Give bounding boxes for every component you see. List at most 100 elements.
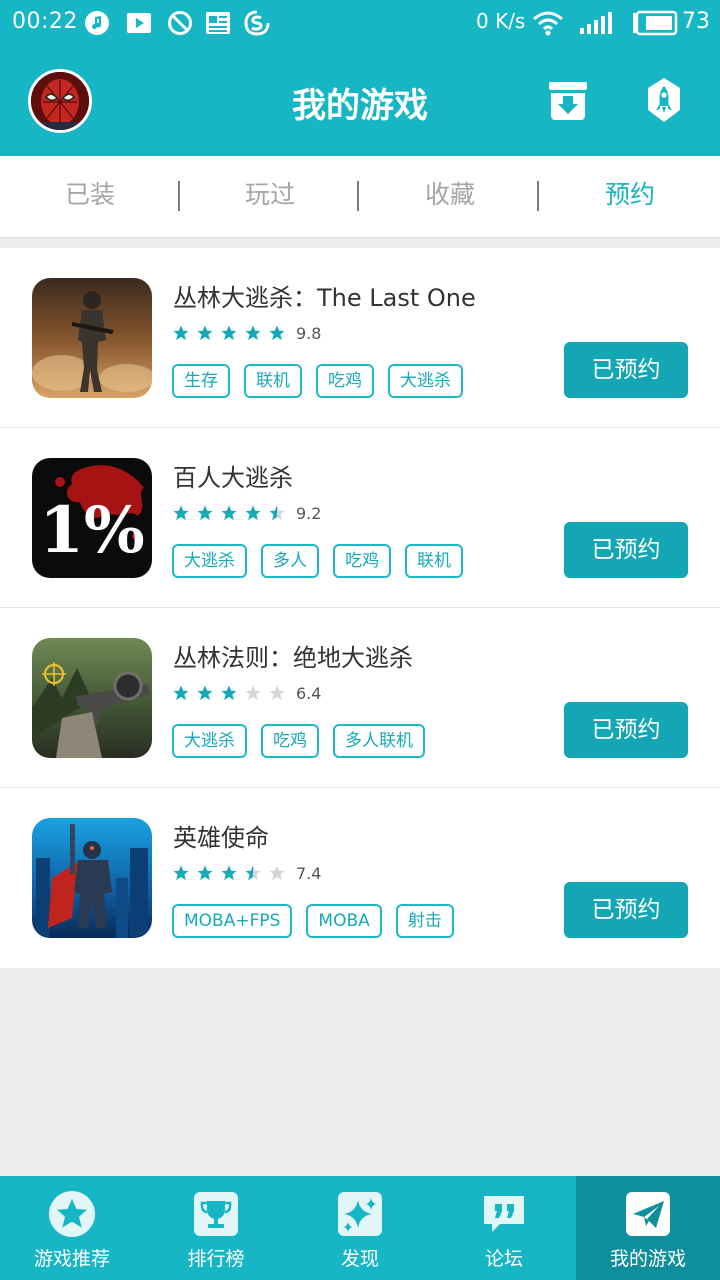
nav-item-discover[interactable]: 发现 [288, 1176, 432, 1280]
tab-divider [178, 181, 180, 211]
star-empty-icon [269, 865, 285, 881]
tag[interactable]: 吃鸡 [333, 544, 391, 578]
trophy-icon [194, 1192, 238, 1236]
game-row[interactable]: 1% 百人大逃杀 9.2 大逃杀 多人 吃鸡 联机 已预约 [0, 428, 720, 608]
quote-bubble-icon [484, 1196, 524, 1232]
game-row[interactable]: 英雄使命 7.4 MOBA+FPS MOBA 射击 已预约 [0, 788, 720, 968]
rating-score: 6.4 [296, 683, 322, 703]
tab-divider [537, 181, 539, 211]
one-percent-game-art: 1% [32, 458, 152, 578]
tab-installed[interactable]: 已装 [0, 156, 180, 238]
tag-list: 大逃杀 吃鸡 多人联机 [172, 724, 439, 758]
nav-item-my-games[interactable]: 我的游戏 [576, 1176, 720, 1280]
rocket-icon[interactable] [642, 76, 686, 124]
star-half-icon [245, 865, 261, 881]
reserved-games-list: 丛林大逃杀：The Last One 9.8 生存 联机 吃鸡 大逃杀 已预约 … [0, 248, 720, 968]
star-icon [197, 505, 213, 521]
star-rating: 6.4 [172, 682, 321, 704]
rating-score: 7.4 [296, 863, 322, 883]
game-name[interactable]: 英雄使命 [173, 818, 269, 853]
tag[interactable]: 联机 [244, 364, 302, 398]
network-speed: 0 K/s [476, 9, 526, 33]
tag[interactable]: 多人联机 [333, 724, 425, 758]
tag[interactable]: 生存 [172, 364, 230, 398]
star-icon [269, 325, 285, 341]
status-bar: 00:22 0 K/s 73 [0, 0, 720, 46]
download-box-icon[interactable] [546, 76, 590, 124]
soldier-game-art [32, 278, 152, 398]
star-icon [173, 505, 189, 521]
nav-label: 我的游戏 [609, 1248, 686, 1270]
one-percent-game-icon[interactable]: 1% [32, 458, 152, 578]
game-name[interactable]: 百人大逃杀 [173, 458, 293, 493]
block-icon [168, 11, 192, 35]
tag[interactable]: 大逃杀 [172, 544, 247, 578]
battery-level: 73 [682, 9, 710, 34]
bottom-nav: 游戏推荐 排行榜 发现 论坛 我的游戏 [0, 1176, 720, 1280]
hero-game-icon[interactable] [32, 818, 152, 938]
hero-game-art [32, 818, 152, 938]
star-rating: 7.4 [172, 862, 321, 884]
tab-bar: 已装 玩过 收藏 预约 [0, 156, 720, 238]
reserved-button[interactable]: 已预约 [564, 342, 688, 398]
tag[interactable]: 大逃杀 [388, 364, 463, 398]
reserved-button[interactable]: 已预约 [564, 522, 688, 578]
nav-item-rankings[interactable]: 排行榜 [144, 1176, 288, 1280]
tag[interactable]: 吃鸡 [316, 364, 374, 398]
soldier-game-icon[interactable] [32, 278, 152, 398]
nav-item-forum[interactable]: 论坛 [432, 1176, 576, 1280]
star-empty-icon [245, 685, 261, 701]
status-time: 00:22 [12, 9, 78, 34]
signal-icon [580, 12, 612, 34]
game-row[interactable]: 丛林大逃杀：The Last One 9.8 生存 联机 吃鸡 大逃杀 已预约 [0, 248, 720, 428]
tag[interactable]: MOBA+FPS [172, 904, 293, 938]
star-rating: 9.8 [172, 322, 321, 344]
rating-score: 9.2 [296, 503, 322, 523]
nav-label: 论坛 [484, 1248, 523, 1270]
star-empty-icon [269, 685, 285, 701]
nav-label: 发现 [340, 1248, 379, 1270]
sogou-icon [244, 10, 270, 36]
star-icon [245, 325, 261, 341]
sniper-game-art [32, 638, 152, 758]
star-icon [173, 865, 189, 881]
news-icon [206, 12, 230, 34]
star-rating: 9.2 [172, 502, 321, 524]
battery-icon [633, 10, 678, 36]
tag[interactable]: 联机 [405, 544, 463, 578]
tag[interactable]: 射击 [395, 904, 454, 938]
star-half-icon [269, 505, 285, 521]
app-header: 我的游戏 [0, 46, 720, 156]
tab-divider [357, 181, 359, 211]
tab-favorites[interactable]: 收藏 [360, 156, 540, 238]
star-icon [221, 505, 237, 521]
video-play-icon [127, 13, 151, 33]
star-icon [197, 685, 213, 701]
tag-list: 大逃杀 多人 吃鸡 联机 [172, 544, 477, 578]
rating-score: 9.8 [296, 323, 322, 343]
star-icon [221, 865, 237, 881]
tag[interactable]: 吃鸡 [261, 724, 319, 758]
star-icon [197, 325, 213, 341]
paper-plane-icon [626, 1192, 670, 1236]
tab-played[interactable]: 玩过 [180, 156, 360, 238]
game-row[interactable]: 丛林法则：绝地大逃杀 6.4 大逃杀 吃鸡 多人联机 已预约 [0, 608, 720, 788]
tag[interactable]: MOBA [306, 904, 382, 938]
sparkle-icon [338, 1192, 382, 1236]
star-icon [221, 685, 237, 701]
game-name[interactable]: 丛林大逃杀：The Last One [173, 278, 476, 313]
sniper-game-icon[interactable] [32, 638, 152, 758]
reserved-button[interactable]: 已预约 [564, 702, 688, 758]
star-icon [173, 685, 189, 701]
nav-item-recommended[interactable]: 游戏推荐 [0, 1176, 144, 1280]
tag-list: MOBA+FPS MOBA 射击 [172, 904, 468, 938]
game-name[interactable]: 丛林法则：绝地大逃杀 [173, 638, 413, 673]
icon-text: 1% [39, 493, 144, 568]
tag[interactable]: 大逃杀 [172, 724, 247, 758]
tag-list: 生存 联机 吃鸡 大逃杀 [172, 364, 477, 398]
tag[interactable]: 多人 [261, 544, 319, 578]
reserved-button[interactable]: 已预约 [564, 882, 688, 938]
nav-label: 排行榜 [187, 1248, 245, 1270]
star-icon [245, 505, 261, 521]
tab-reservations[interactable]: 预约 [540, 156, 720, 238]
